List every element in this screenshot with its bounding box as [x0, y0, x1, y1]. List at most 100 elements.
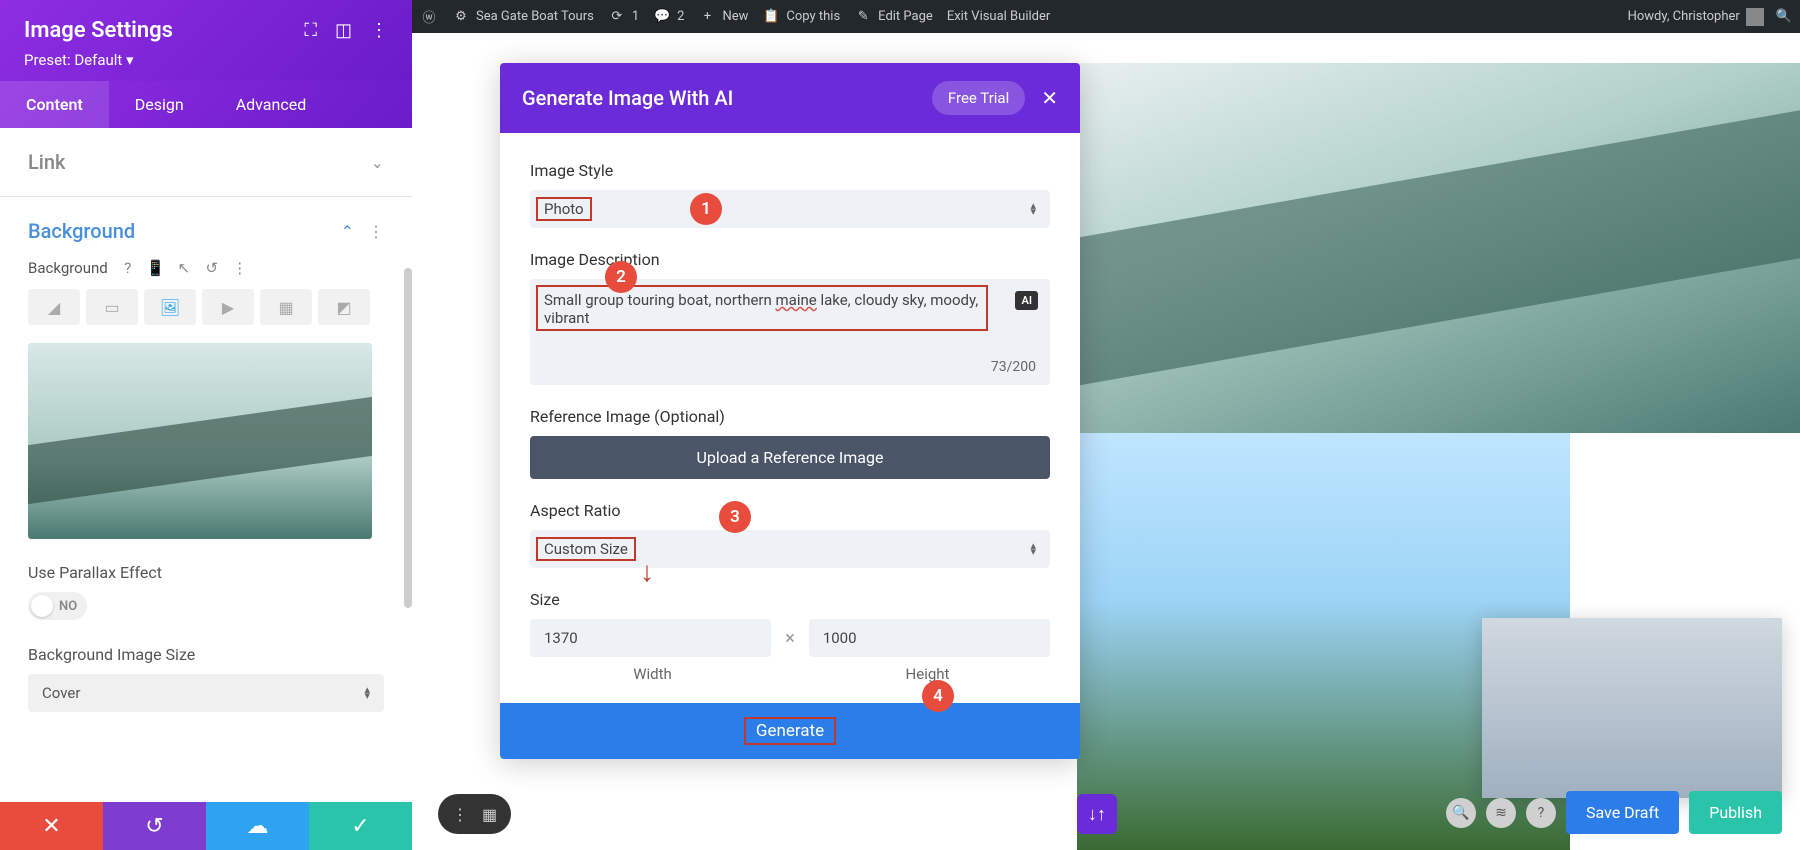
howdy-label: Howdy, Christopher — [1628, 9, 1740, 24]
site-name-label: Sea Gate Boat Tours — [476, 9, 594, 24]
page-canvas: Generate Image With AI Free Trial ✕ Imag… — [412, 33, 1800, 850]
more-dots-icon[interactable]: ⋮ — [232, 260, 248, 276]
tab-advanced[interactable]: Advanced — [210, 81, 333, 128]
comments-count: 2 — [677, 9, 684, 24]
bg-size-label: Background Image Size — [28, 645, 384, 664]
ai-enhance-button[interactable]: AI — [1015, 291, 1038, 310]
search-icon[interactable]: 🔍 — [1776, 9, 1792, 24]
hero-image-top — [1077, 63, 1800, 433]
size-label: Size — [530, 590, 1050, 609]
floating-image-card — [1482, 618, 1782, 798]
bg-video-tab[interactable]: ▶ — [202, 289, 254, 325]
expand-icon[interactable]: ⛶ — [304, 20, 317, 41]
times-icon: × — [785, 628, 795, 649]
bg-pattern-tab[interactable]: ▦ — [260, 289, 312, 325]
wp-admin-bar: ⓦ ⚙Sea Gate Boat Tours ⟳1 💬2 +New 📋Copy … — [412, 0, 1800, 33]
dock-more-icon[interactable]: ⋮ — [452, 805, 468, 824]
generate-button[interactable]: Generate — [500, 703, 1080, 759]
desc-text-spell: maine — [776, 291, 817, 309]
sidebar-header: Image Settings ⛶ ◫ ⋮ Preset: Default ▾ — [0, 0, 412, 81]
aspect-ratio-select[interactable]: Custom Size ▴▾ — [530, 530, 1050, 568]
comments[interactable]: 💬2 — [653, 8, 684, 26]
preset-selector[interactable]: Preset: Default ▾ — [24, 51, 388, 69]
hover-icon[interactable]: ↖ — [176, 260, 192, 276]
wp-logo[interactable]: ⓦ — [420, 8, 438, 26]
help-icon[interactable]: ? — [120, 260, 136, 276]
panel-background-head[interactable]: Background ⌃ ⋮ — [28, 219, 384, 243]
close-icon[interactable]: ✕ — [1041, 86, 1058, 110]
zoom-icon[interactable]: 🔍 — [1446, 798, 1476, 828]
bg-gradient-tab[interactable]: ▭ — [86, 289, 138, 325]
undo-button[interactable]: ↺ — [103, 802, 206, 850]
chevron-up-icon: ⌃ — [341, 222, 354, 241]
desc-text-pre: Small group touring boat, northern — [544, 291, 776, 309]
scrollbar[interactable] — [404, 268, 412, 608]
free-trial-badge[interactable]: Free Trial — [932, 81, 1025, 115]
select-caret-icon: ▴▾ — [1030, 203, 1036, 215]
parallax-toggle[interactable]: NO — [28, 592, 87, 620]
sidebar-footer: ✕ ↺ ☁ ✓ — [0, 802, 412, 850]
sidebar-body: Link ⌄ Background ⌃ ⋮ Background ? 📱 ↖ ↺… — [0, 128, 412, 802]
copy-link[interactable]: 📋Copy this — [762, 8, 840, 26]
panel-background: Background ⌃ ⋮ Background ? 📱 ↖ ↺ ⋮ ◢ ▭ … — [0, 197, 412, 734]
tab-design[interactable]: Design — [109, 81, 210, 128]
dock-grid-icon[interactable]: ▦ — [482, 805, 497, 824]
bg-color-tab[interactable]: ◢ — [28, 289, 80, 325]
size-row: × — [530, 619, 1050, 657]
bg-size-value: Cover — [42, 684, 80, 702]
reference-label: Reference Image (Optional) — [530, 407, 1050, 426]
more-icon[interactable]: ⋮ — [370, 20, 388, 41]
toggle-value: NO — [59, 599, 77, 614]
publish-button[interactable]: Publish — [1689, 791, 1782, 834]
sidebar-title: Image Settings — [24, 18, 173, 43]
bg-size-select[interactable]: Cover ▴▾ — [28, 674, 384, 712]
edit-page-link[interactable]: ✎Edit Page — [854, 8, 933, 26]
site-name[interactable]: ⚙Sea Gate Boat Tours — [452, 8, 594, 26]
parallax-label: Use Parallax Effect — [28, 563, 384, 582]
height-label: Height — [805, 665, 1050, 683]
help-button[interactable]: ? — [1526, 798, 1556, 828]
panel-background-title: Background — [28, 219, 135, 243]
save-draft-button[interactable]: Save Draft — [1566, 791, 1679, 834]
edit-label: Edit Page — [878, 9, 933, 24]
new-label: New — [722, 9, 748, 24]
sidebar-tabs: Content Design Advanced — [0, 81, 412, 128]
updates-count: 1 — [632, 9, 639, 24]
panel-more-icon[interactable]: ⋮ — [368, 222, 384, 241]
description-label: Image Description — [530, 250, 1050, 269]
size-labels: Width Height — [530, 665, 1050, 683]
exit-builder-link[interactable]: Exit Visual Builder — [947, 9, 1050, 24]
new-link[interactable]: +New — [698, 8, 748, 26]
image-style-value: Photo — [536, 197, 592, 221]
discard-button[interactable]: ✕ — [0, 802, 103, 850]
width-input[interactable] — [530, 619, 771, 657]
save-button[interactable]: ☁ — [206, 802, 309, 850]
description-wrap: Small group touring boat, northern maine… — [530, 279, 1050, 385]
layers-icon[interactable]: ≋ — [1486, 798, 1516, 828]
howdy[interactable]: Howdy, Christopher — [1628, 8, 1764, 26]
avatar-icon — [1746, 8, 1764, 26]
aspect-ratio-label: Aspect Ratio — [530, 501, 1050, 520]
tab-content[interactable]: Content — [0, 81, 109, 128]
background-label: Background — [28, 259, 108, 277]
panel-link-title: Link — [28, 150, 65, 174]
generate-label: Generate — [744, 717, 836, 745]
image-style-select[interactable]: Photo ▴▾ — [530, 190, 1050, 228]
bottom-right-controls: 🔍 ≋ ? Save Draft Publish — [1446, 791, 1782, 834]
background-preview[interactable] — [28, 343, 372, 539]
upload-reference-button[interactable]: Upload a Reference Image — [530, 436, 1050, 479]
bg-mask-tab[interactable]: ◩ — [318, 289, 370, 325]
swap-arrows-button[interactable]: ↓↑ — [1077, 794, 1117, 834]
dock-icon[interactable]: ◫ — [335, 20, 352, 41]
phone-icon[interactable]: 📱 — [148, 260, 164, 276]
updates[interactable]: ⟳1 — [608, 8, 639, 26]
chevron-down-icon: ⌄ — [371, 153, 384, 172]
apply-button[interactable]: ✓ — [309, 802, 412, 850]
panel-link-head[interactable]: Link ⌄ — [28, 150, 384, 174]
description-textarea[interactable]: Small group touring boat, northern maine… — [530, 279, 1050, 385]
height-input[interactable] — [809, 619, 1050, 657]
toggle-knob — [31, 595, 53, 617]
bg-image-tab[interactable]: 🖼 — [144, 289, 196, 325]
reset-icon[interactable]: ↺ — [204, 260, 220, 276]
select-caret-icon: ▴▾ — [1030, 543, 1036, 555]
